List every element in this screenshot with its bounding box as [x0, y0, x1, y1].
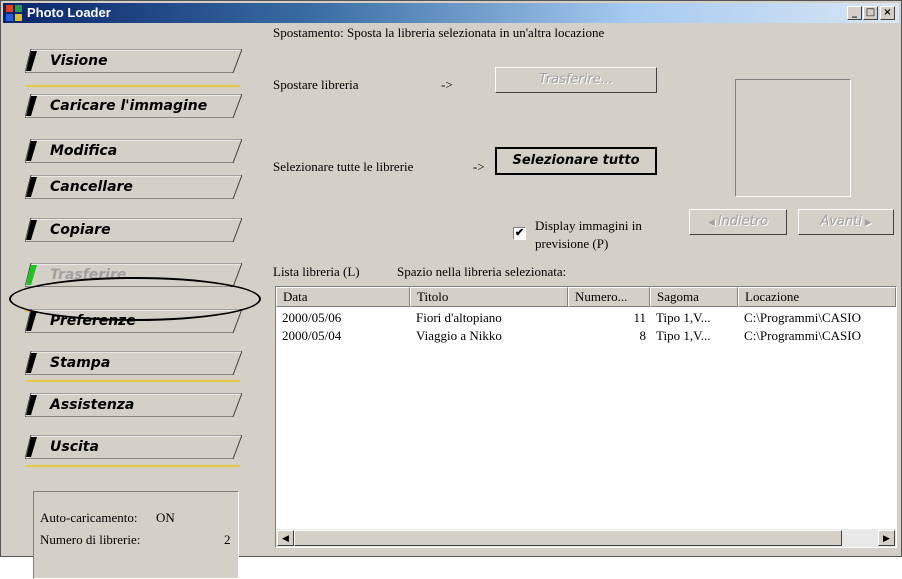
library-list-label: Lista libreria (L) — [273, 264, 360, 279]
select-all-label: Selezionare tutte le librerie — [273, 159, 414, 174]
autoload-value: ON — [156, 510, 175, 525]
sidebar: Visione Caricare l'immagine Modifica Cancel… — [5, 27, 261, 579]
arrow-text: -> — [473, 159, 485, 174]
select-all-button[interactable]: Selezionare tutto — [495, 147, 657, 175]
maximize-button[interactable]: □ — [863, 6, 878, 20]
preview-checkbox-label: Display immagini in — [535, 218, 642, 233]
cell-locazione: C:\Programmi\CASIO — [744, 328, 862, 343]
nav-button-copiare[interactable]: Copiare — [25, 218, 242, 242]
cell-data: 2000/05/06 — [282, 310, 342, 325]
back-button-label: Indietro — [717, 214, 769, 229]
cell-sagoma: Tipo 1,V... — [656, 310, 711, 325]
table-row[interactable]: 2000/05/04 Viaggio a Nikko 8 Tipo 1,V...… — [276, 326, 896, 344]
forward-button-label: Avanti — [820, 214, 862, 229]
cell-locazione: C:\Programmi\CASIO — [744, 310, 862, 325]
separator-line — [25, 85, 240, 87]
library-count-label: Numero di librerie: — [40, 532, 141, 547]
back-button[interactable]: ◀ Indietro — [689, 209, 787, 235]
column-header-locazione[interactable]: Locazione — [738, 287, 896, 307]
nav-button-label: Visione — [50, 53, 108, 69]
library-space-label: Spazio nella libreria selezionata: — [397, 264, 567, 279]
page-heading: Spostamento: Sposta la libreria selezion… — [273, 25, 605, 40]
preview-checkbox-label-2: previsione (P) — [535, 236, 609, 251]
column-header-titolo[interactable]: Titolo — [410, 287, 568, 307]
forward-button[interactable]: Avanti ▶ — [798, 209, 894, 235]
separator-line — [25, 465, 240, 467]
nav-button-label: Uscita — [50, 439, 99, 455]
cell-numero: 8 — [639, 328, 647, 343]
library-count-value: 2 — [224, 532, 231, 547]
scroll-left-icon[interactable]: ◀ — [277, 530, 294, 546]
cell-titolo: Viaggio a Nikko — [416, 328, 502, 343]
cell-sagoma: Tipo 1,V... — [656, 328, 711, 343]
arrow-text: -> — [441, 77, 453, 92]
nav-button-caricare-l-immagine[interactable]: Caricare l'immagine — [25, 94, 242, 118]
highlight-circle — [9, 277, 261, 321]
nav-button-label: Cancellare — [50, 179, 133, 195]
horizontal-scrollbar[interactable]: ◀ ▶ — [276, 529, 896, 547]
nav-button-visione[interactable]: Visione — [25, 49, 242, 73]
preview-box — [735, 79, 851, 197]
scroll-thumb[interactable] — [294, 530, 842, 546]
transfer-button[interactable]: Trasferire... — [495, 67, 657, 93]
cell-titolo: Fiori d'altopiano — [416, 310, 502, 325]
cell-numero: 11 — [633, 310, 646, 325]
nav-button-assistenza[interactable]: Assistenza — [25, 393, 242, 417]
column-header-numero[interactable]: Numero... — [568, 287, 650, 307]
nav-button-label: Modifica — [50, 143, 118, 159]
window-title: Photo Loader — [27, 5, 111, 20]
column-header-sagoma[interactable]: Sagoma — [650, 287, 738, 307]
nav-button-cancellare[interactable]: Cancellare — [25, 175, 242, 199]
move-library-label: Spostare libreria — [273, 77, 359, 92]
nav-button-stampa[interactable]: Stampa — [25, 351, 242, 375]
nav-button-label: Caricare l'immagine — [50, 98, 208, 114]
status-panel: Auto-caricamento: ON Numero di librerie:… — [33, 491, 239, 579]
preview-checkbox[interactable]: ✔ — [513, 227, 526, 240]
minimize-button[interactable]: _ — [847, 6, 862, 20]
autoload-label: Auto-caricamento: — [40, 510, 138, 525]
nav-button-label: Copiare — [50, 222, 111, 238]
photo-loader-window: Photo Loader _ □ × Visione Caricare l'imm… — [0, 0, 902, 579]
nav-button-label: Stampa — [50, 355, 111, 371]
scroll-right-icon[interactable]: ▶ — [878, 530, 895, 546]
left-arrow-icon: ◀ — [707, 218, 718, 228]
separator-line — [25, 380, 240, 382]
nav-button-uscita[interactable]: Uscita — [25, 435, 242, 459]
library-table[interactable]: Data Titolo Numero... Sagoma Locazione 2… — [275, 286, 897, 548]
title-bar[interactable]: Photo Loader _ □ × — [3, 3, 899, 23]
app-icon — [6, 5, 22, 21]
close-button[interactable]: × — [880, 6, 895, 20]
column-header-data[interactable]: Data — [276, 287, 410, 307]
cell-data: 2000/05/04 — [282, 328, 342, 343]
nav-button-modifica[interactable]: Modifica — [25, 139, 242, 163]
nav-button-label: Assistenza — [50, 397, 135, 413]
table-row[interactable]: 2000/05/06 Fiori d'altopiano 11 Tipo 1,V… — [276, 308, 896, 326]
right-arrow-icon: ▶ — [861, 218, 872, 228]
